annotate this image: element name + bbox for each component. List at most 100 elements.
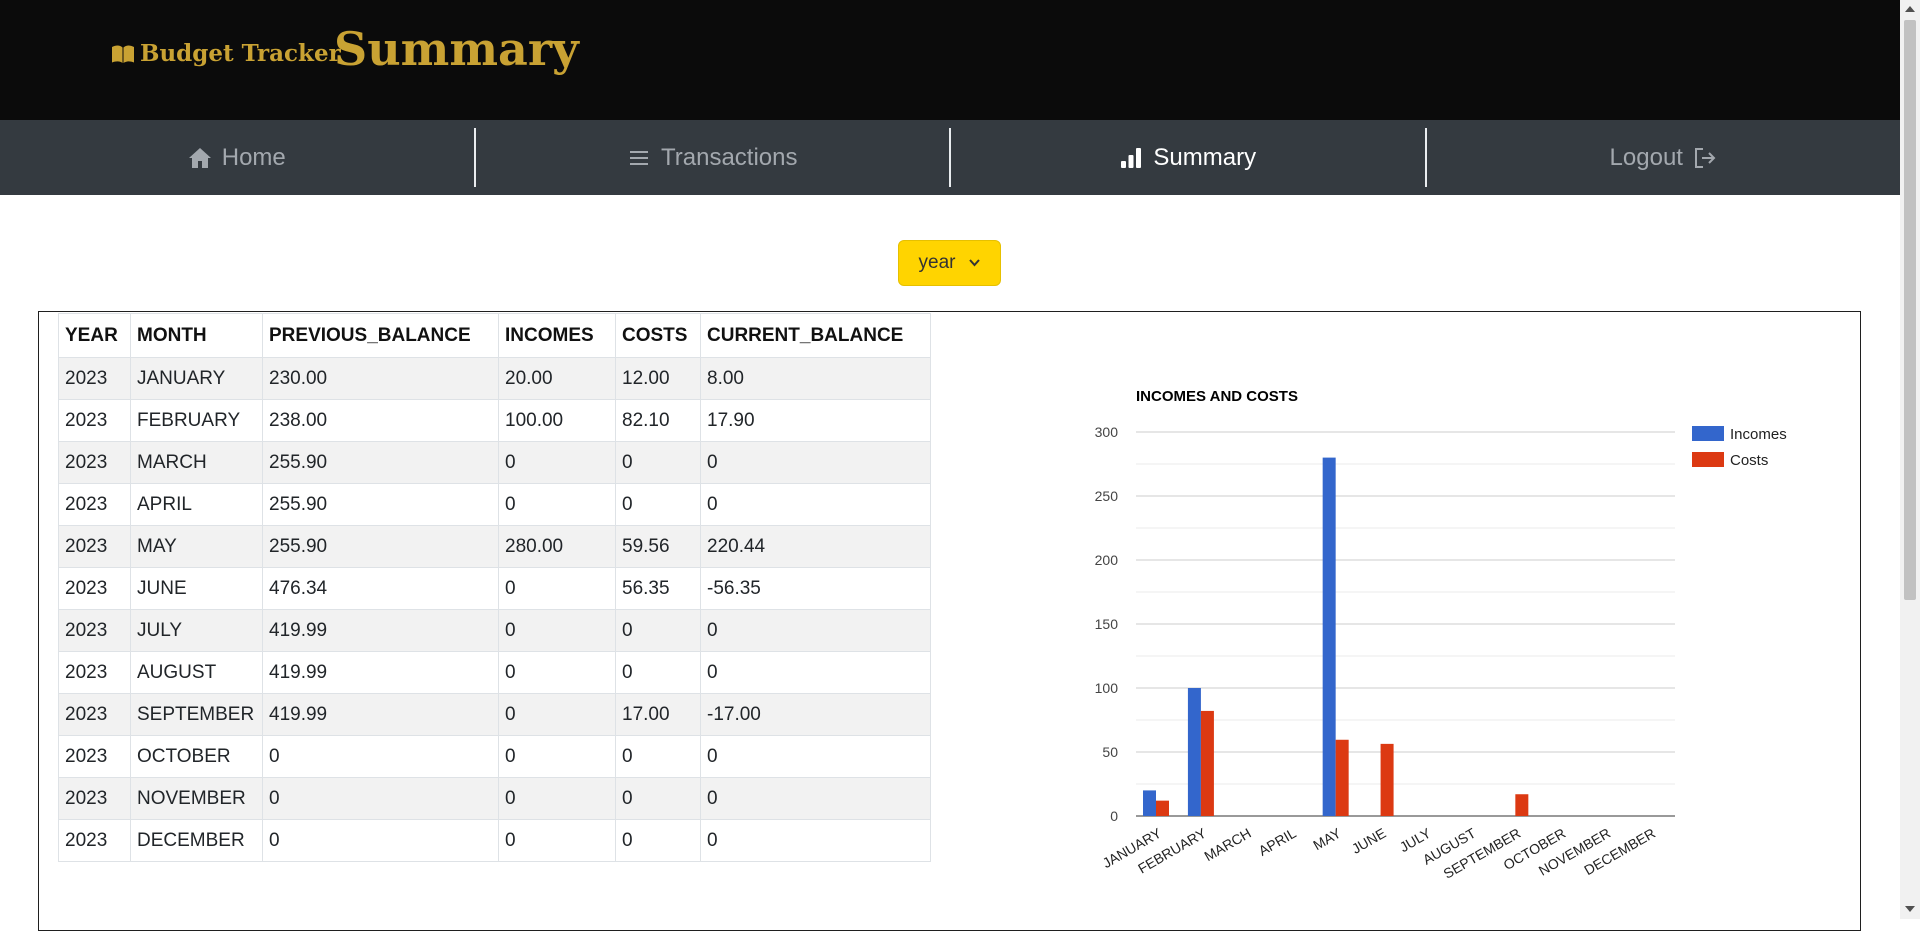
bar-incomes [1143,790,1156,816]
bar-incomes [1187,688,1201,816]
table-cell: 255.90 [262,441,499,484]
table-cell: 230.00 [262,357,499,400]
table-header-row: YEAR MONTH PREVIOUS_BALANCE INCOMES COST… [58,313,931,358]
table-cell: APRIL [130,483,263,526]
year-select[interactable]: year [898,240,1001,286]
table-cell: FEBRUARY [130,399,263,442]
table-row: 2023 JANUARY 230.00 20.00 12.00 8.00 [58,357,931,400]
table-cell: 0 [615,483,701,526]
table-cell: 220.44 [700,525,931,568]
legend-swatch [1692,452,1724,467]
book-icon [112,45,134,63]
nav-transactions[interactable]: Transactions [476,128,951,187]
table-cell: 0 [615,819,701,862]
table-cell: -17.00 [700,693,931,736]
table-cell: 2023 [58,777,131,820]
table-row: 2023 AUGUST 419.99 0 0 0 [58,651,931,694]
legend-label: Costs [1730,452,1768,469]
table-cell: 0 [615,651,701,694]
table-cell: 0 [498,693,616,736]
table-cell: 56.35 [615,567,701,610]
column-header: CURRENT_BALANCE [700,313,931,358]
y-tick-label: 300 [1095,424,1119,440]
x-tick-label: APRIL [1256,825,1299,859]
table-cell: 0 [262,777,499,820]
table-cell: 2023 [58,651,131,694]
app-header: Budget Tracker Summary [0,0,1900,120]
bar-chart-icon [1121,147,1142,168]
table-cell: 17.00 [615,693,701,736]
table-cell: 255.90 [262,525,499,568]
brand[interactable]: Budget Tracker [110,40,341,67]
table-row: 2023 APRIL 255.90 0 0 0 [58,483,931,526]
page-title: Summary [334,22,579,76]
table-cell: 100.00 [498,399,616,442]
table-cell: 0 [700,441,931,484]
table-cell: 0 [700,735,931,778]
y-tick-label: 200 [1095,552,1119,568]
nav-home[interactable]: Home [0,128,476,187]
bar-costs [1380,743,1394,816]
table-cell: DECEMBER [130,819,263,862]
legend-label: Incomes [1730,426,1787,443]
table-cell: 0 [700,819,931,862]
column-header: YEAR [58,313,131,358]
bar-costs [1200,710,1214,816]
table-cell: JUNE [130,567,263,610]
table-cell: 0 [498,483,616,526]
table-cell: 0 [498,651,616,694]
column-header: MONTH [130,313,263,358]
legend-swatch [1692,426,1724,441]
scroll-up-icon[interactable] [1905,6,1915,12]
table-cell: SEPTEMBER [130,693,263,736]
table-cell: JULY [130,609,263,652]
table-cell: OCTOBER [130,735,263,778]
table-cell: 255.90 [262,483,499,526]
x-tick-label: MAY [1310,824,1344,853]
bar-costs [1515,794,1529,816]
table-cell: 476.34 [262,567,499,610]
table-cell: 0 [262,735,499,778]
table-cell: JANUARY [130,357,263,400]
chevron-down-icon [969,259,981,267]
table-cell: 0 [615,441,701,484]
table-cell: 419.99 [262,609,499,652]
table-cell: 2023 [58,441,131,484]
y-tick-label: 250 [1095,488,1119,504]
table-cell: 0 [498,441,616,484]
x-tick-label: MARCH [1201,825,1253,865]
incomes-costs-chart: INCOMES AND COSTS050100150200250300JANUA… [1095,388,1787,882]
main-nav: Home Transactions Summary Logout [0,120,1900,195]
bar-incomes [1322,457,1336,816]
table-cell: 0 [700,609,931,652]
table-cell: 2023 [58,609,131,652]
table-cell: 20.00 [498,357,616,400]
bar-costs [1156,800,1169,816]
table-row: 2023 MAY 255.90 280.00 59.56 220.44 [58,525,931,568]
table-cell: 0 [498,819,616,862]
nav-summary[interactable]: Summary [951,128,1427,187]
table-cell: 0 [700,777,931,820]
table-cell: 0 [262,819,499,862]
table-cell: 0 [498,777,616,820]
table-row: 2023 SEPTEMBER 419.99 0 17.00 -17.00 [58,693,931,736]
table-cell: 0 [498,567,616,610]
table-cell: 2023 [58,525,131,568]
table-cell: 0 [615,777,701,820]
scroll-thumb[interactable] [1904,20,1916,600]
y-tick-label: 100 [1095,680,1119,696]
logout-icon [1694,147,1716,168]
column-header: PREVIOUS_BALANCE [262,313,499,358]
scroll-down-icon[interactable] [1905,906,1915,912]
table-cell: 2023 [58,567,131,610]
table-cell: 0 [615,735,701,778]
summary-table: YEAR MONTH PREVIOUS_BALANCE INCOMES COST… [58,313,931,862]
column-header: COSTS [615,313,701,358]
table-cell: 2023 [58,819,131,862]
nav-logout-label: Logout [1609,143,1683,171]
nav-logout[interactable]: Logout [1427,128,1901,187]
table-row: 2023 DECEMBER 0 0 0 0 [58,819,931,862]
y-tick-label: 50 [1102,744,1118,760]
scrollbar[interactable] [1900,0,1920,919]
table-row: 2023 NOVEMBER 0 0 0 0 [58,777,931,820]
